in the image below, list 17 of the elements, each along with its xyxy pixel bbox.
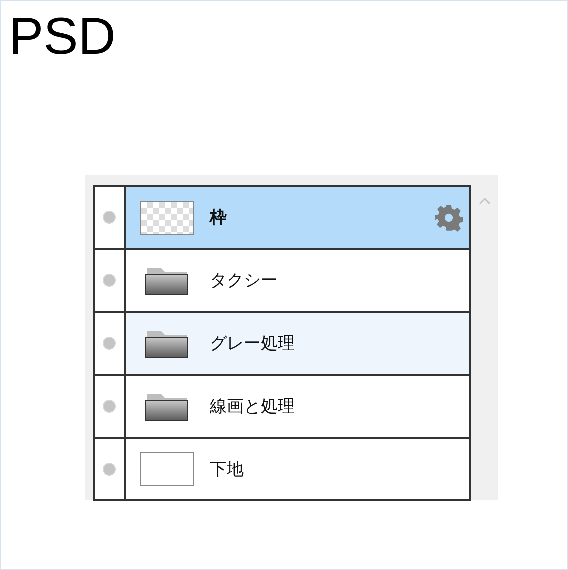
visibility-dot[interactable] [103,400,116,413]
visibility-dot[interactable] [103,462,116,476]
layer-name: タクシー [210,270,279,292]
layer-name: 線画と処理 [210,396,296,418]
scroll-up-icon[interactable] [478,197,490,205]
transparent-thumbnail [140,200,194,234]
layer-row[interactable]: 下地 [95,439,469,499]
visibility-dot[interactable] [103,211,116,224]
blank-thumbnail [140,452,194,486]
visibility-dot[interactable] [103,337,116,350]
layer-name: グレー処理 [210,333,296,355]
layer-row[interactable]: 線画と処理 [95,376,469,439]
settings-icon[interactable] [435,204,463,232]
page-title: PSD [8,7,117,67]
visibility-dot[interactable] [103,274,116,287]
layer-name: 枠 [210,207,228,229]
layer-name: 下地 [210,458,245,480]
